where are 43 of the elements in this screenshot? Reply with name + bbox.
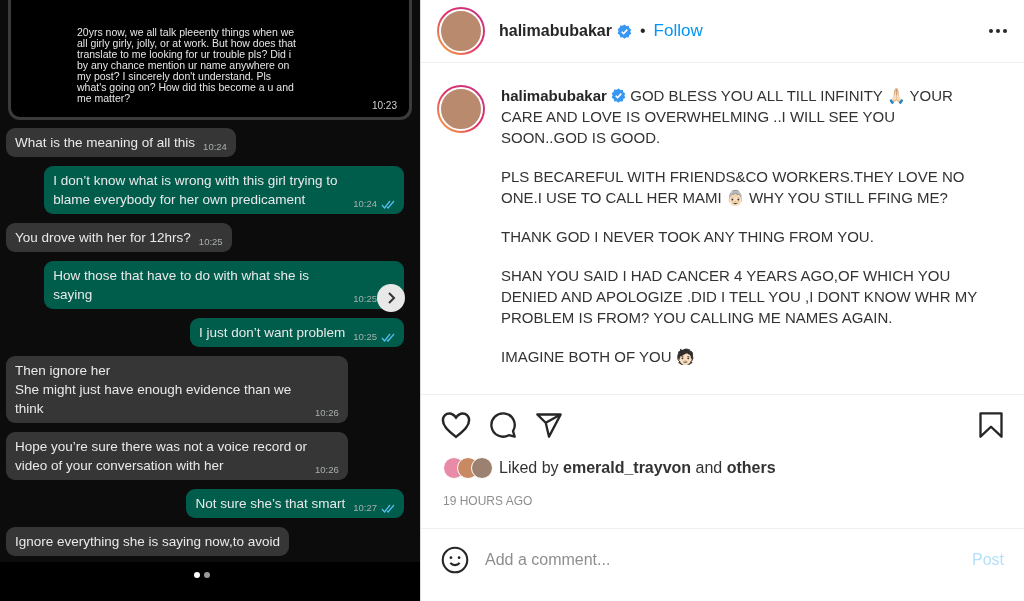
message-time: 10:24	[353, 197, 395, 211]
heart-icon[interactable]	[441, 411, 471, 439]
send-icon[interactable]	[535, 411, 563, 439]
message-text: 20yrs now, we all talk pleeenty things when we all girly girly, jolly, or at work. But how does that translate to me looking for ur trouble pls? Did i by any chance mention ur name anywhere on my post? I sincerely don't understand. Pls what's going on? How did this become a u and me matter?	[77, 27, 298, 106]
liker-avatar	[471, 457, 493, 479]
message-time: 10:26	[315, 463, 339, 477]
message-time: 10:25	[198, 235, 223, 249]
post-time: 19 HOURS AGO	[442, 493, 534, 510]
more-options-icon[interactable]	[988, 28, 1008, 34]
avatar[interactable]	[437, 7, 485, 55]
caption-text: halimabubakar GOD BLESS YOU ALL TILL INFINITY 🙏🏻 YOUR CARE AND LOVE IS OVERWHELMING ..I WILL SEE YOU SOON..GOD IS GOOD.	[501, 86, 954, 148]
separator: •	[639, 21, 646, 41]
message-text: How those that have to do with what she is saying	[53, 267, 311, 304]
message-time: 10:25	[353, 330, 395, 344]
message-time: 10:24	[203, 140, 227, 154]
message-text: Then ignore her She might just have enough evidence than we think	[15, 362, 293, 418]
emoji-icon[interactable]	[441, 545, 469, 574]
double-check-icon	[381, 503, 395, 513]
double-check-icon	[381, 199, 395, 209]
comment-input[interactable]: Add a comment...	[485, 547, 956, 572]
message-text: Not sure she’s that smart	[195, 495, 346, 513]
message-time: 10:26	[315, 406, 339, 420]
caption-text: IMAGINE BOTH OF YOU 🧑🏻	[501, 347, 696, 367]
message-text: What is the meaning of all this	[15, 134, 196, 152]
double-check-icon	[381, 332, 395, 342]
username-link[interactable]: halimabubakar	[501, 87, 607, 104]
avatar[interactable]	[437, 85, 485, 133]
caption-text: PLS BECAREFUL WITH FRIENDS&CO WORKERS.THEY LOVE NO ONE.I USE TO CALL HER MAMI 👵🏻 WHY YOU STILL FFING ME?	[501, 167, 966, 208]
caption-text: THANK GOD I NEVER TOOK ANY THING FROM YOU.	[501, 227, 875, 247]
message-text: Ignore everything she is saying now,to avoid	[15, 533, 280, 551]
bookmark-icon[interactable]	[978, 411, 1004, 439]
next-button[interactable]	[377, 284, 405, 312]
message-text: Hope you’re sure there was not a voice record or video of your conversation with her	[15, 438, 307, 475]
chevron-right-icon	[386, 292, 396, 304]
caption-text: SHAN YOU SAID I HAD CANCER 4 YEARS AGO,OF WHICH YOU DENIED AND APOLOGIZE .DID I TELL YOU ,I DONT KNOW WHR MY PROBLEM IS FROM? YOU CALLING ME NAMES AGAIN.	[501, 266, 978, 328]
username-link[interactable]: halimabubakar	[499, 19, 612, 43]
message-time: 10:23	[371, 99, 397, 113]
comment-icon[interactable]	[489, 411, 517, 439]
message-text: I just don’t want problem	[198, 324, 346, 342]
message-time: 10:27	[353, 501, 395, 515]
message-text: I don’t know what is wrong with this girl trying to blame everybody for her own predicament	[53, 172, 339, 209]
likes-text: Liked by emerald_trayvon and others	[499, 458, 776, 478]
message-text: You drove with her for 12hrs?	[15, 229, 191, 247]
